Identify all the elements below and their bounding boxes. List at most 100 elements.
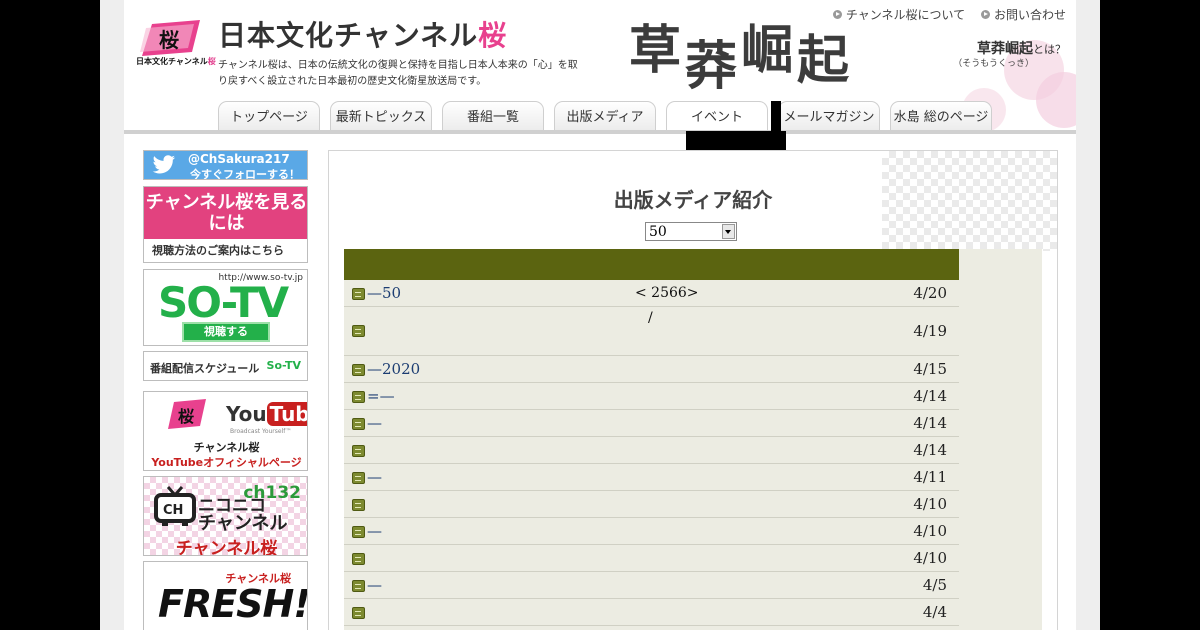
main-panel: 出版メディア紹介 50 —50 < 2566> 4/20 / 4/19 —202… [328,150,1058,630]
page-frame: 桜 日本文化チャンネル桜 日本文化チャンネル桜 チャンネル桜は、日本の伝統文化の… [100,0,1100,630]
table-row[interactable]: — 4/10 [344,518,959,545]
fresh-logo: FRESH! [158,582,308,626]
tab-latest-topics[interactable]: 最新トピックス [330,101,432,130]
table-row[interactable]: 4/10 [344,545,959,572]
about-link[interactable]: チャンネル桜について [832,8,965,22]
twitter-handle: @ChSakura217 [188,152,290,166]
row-date: 4/19 [913,322,947,340]
row-date: 4/20 [913,284,947,302]
so-tv-banner[interactable]: http://www.so-tv.jp SO-TV 視聴する [143,269,308,346]
row-title[interactable]: —50 [367,284,401,302]
page-title: 出版メディア紹介 [613,188,773,212]
table-row[interactable]: —2020 4/15 [344,356,959,383]
media-table: —50 < 2566> 4/20 / 4/19 —2020 4/15 =— 4/… [344,249,1042,630]
youtube-channel-name: チャンネル桜 [193,441,260,454]
book-icon [352,364,365,376]
sakura-logo-icon: 桜 [168,399,206,429]
row-title[interactable]: — [367,522,382,540]
how-to-watch-title: チャンネル桜を見るには [144,187,307,239]
table-row[interactable]: — 4/5 [344,572,959,599]
contact-link[interactable]: お問い合わせ [980,8,1066,22]
table-header [344,249,959,280]
tab-mail-magazine[interactable]: メールマガジン [778,101,880,130]
fresh-banner[interactable]: チャンネル桜 FRESH! [143,561,308,630]
schedule-banner[interactable]: 番組配信スケジュール So-TV [143,351,308,381]
row-date: 4/15 [913,360,947,378]
so-tv-watch-button[interactable]: 視聴する [182,322,270,342]
row-date: 4/14 [913,387,947,405]
svg-text:CH: CH [163,503,183,518]
book-icon [352,499,365,511]
row-date: 4/10 [913,522,947,540]
twitter-banner[interactable]: @ChSakura217 今すぐフォローする！ [143,150,308,180]
so-tv-logo: SO-TV [158,278,289,327]
cursor-marker-bar [686,131,786,150]
tab-mizushima-page[interactable]: 水島 総のページ [890,101,992,130]
book-icon [352,607,365,619]
table-row[interactable]: 4/14 [344,437,959,464]
soumou-kukki-reading: （そうもうくっき） [953,59,1034,69]
site-title[interactable]: 日本文化チャンネル桜 [218,14,507,54]
youtube-official-page: YouTubeオフィシャルページ [151,456,302,469]
row-title[interactable]: — [367,414,382,432]
how-to-watch-subtitle: 視聴方法のご案内はこちら [152,244,284,257]
svg-text:桜: 桜 [178,407,194,426]
book-icon [352,553,365,565]
niconico-line2: チャンネル [198,513,288,534]
site-description: チャンネル桜は、日本の伝統文化の復興と保持を目指し日本人本来の「心」を取り戻すべ… [218,60,578,87]
arrow-bullet-icon [832,10,842,19]
table-row[interactable]: 4/10 [344,491,959,518]
book-icon [352,580,365,592]
cursor-marker [771,101,781,131]
row-title[interactable]: — [367,576,382,594]
row-title[interactable]: — [367,468,382,486]
tab-publications[interactable]: 出版メディア [554,101,656,130]
page-content: 桜 日本文化チャンネル桜 日本文化チャンネル桜 チャンネル桜は、日本の伝統文化の… [124,0,1076,630]
book-icon [352,472,365,484]
header-links: チャンネル桜について お問い合わせ [821,6,1066,23]
table-row[interactable]: =— 4/14 [344,383,959,410]
schedule-label: 番組配信スケジュール [150,362,260,375]
row-date: 4/14 [913,441,947,459]
niconico-banner[interactable]: CH ch132 ニコニコ チャンネル チャンネル桜 [143,476,308,556]
row-date: 4/14 [913,414,947,432]
row-detail: < 2566> [635,285,699,301]
row-date: 4/11 [913,468,947,486]
logo-caption: 日本文化チャンネル桜 [136,57,216,66]
row-date: 4/10 [913,549,947,567]
book-icon [352,526,365,538]
row-date: 4/10 [913,495,947,513]
book-icon [352,418,365,430]
count-select[interactable]: 50 [645,222,737,241]
soumou-kukki-link[interactable]: 草莽崛起とは？ [977,38,1066,58]
youtube-tagline: Broadcast Yourself™ [230,428,292,435]
table-row[interactable]: / 4/19 [344,307,959,356]
row-date: 4/5 [922,576,947,594]
svg-text:桜: 桜 [159,28,179,52]
youtube-logo: YouTube [226,402,307,426]
niconico-channel-name: チャンネル桜 [175,539,278,556]
twitter-bird-icon [152,155,176,174]
table-row[interactable]: — 4/14 [344,410,959,437]
row-title[interactable]: —2020 [367,360,420,378]
row-date: 4/4 [922,603,947,621]
arrow-bullet-icon [980,10,990,19]
tab-events[interactable]: イベント [666,101,768,130]
youtube-banner[interactable]: 桜 YouTube Broadcast Yourself™ チャンネル桜 You… [143,391,308,471]
table-row[interactable]: — 4/11 [344,464,959,491]
book-icon [352,391,365,403]
tab-programs[interactable]: 番組一覧 [442,101,544,130]
table-row[interactable]: 4/4 [344,599,959,626]
how-to-watch-banner[interactable]: チャンネル桜を見るには 視聴方法のご案内はこちら [143,186,308,263]
nav-divider [124,130,1076,134]
niconico-tv-icon: CH [154,486,196,526]
chevron-down-icon [722,224,735,239]
twitter-follow-text: 今すぐフォローする！ [190,168,300,180]
tab-top-page[interactable]: トップページ [218,101,320,130]
table-row[interactable]: —50 < 2566> 4/20 [344,280,959,307]
row-title[interactable]: =— [367,387,395,405]
soumou-kukki-calligraphy: 草莽崛起 [629,20,854,97]
book-icon [352,288,365,300]
row-detail: / [648,310,653,326]
schedule-so-tv-logo: So-TV [266,359,301,372]
